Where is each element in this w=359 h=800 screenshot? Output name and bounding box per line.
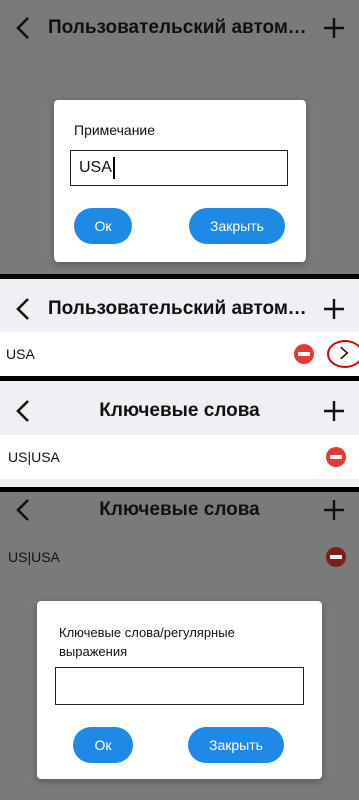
page-title: Ключевые слова [99, 400, 260, 421]
ok-button[interactable]: Ок [74, 208, 132, 244]
plus-icon[interactable] [321, 296, 347, 322]
page-title: Пользовательский автоматиче... [48, 298, 311, 319]
top-bar: Пользовательский автоматиче... [0, 281, 359, 337]
panel-rules-list: Пользовательский автоматиче... USA [0, 279, 359, 376]
keyword-dialog: Ключевые слова/регулярные выражения Ок З… [37, 601, 322, 779]
close-button[interactable]: Закрыть [188, 727, 284, 763]
panel-keywords-list: Ключевые слова US|USA [0, 381, 359, 487]
top-bar: Пользовательский автоматиче... [0, 0, 359, 56]
input-value: USA [79, 159, 112, 176]
dialog-title: Примечание [74, 122, 156, 138]
top-bar: Ключевые слова [0, 383, 359, 439]
note-dialog: Примечание USA Ок Закрыть [54, 100, 306, 262]
minus-circle-icon[interactable] [326, 447, 346, 467]
ok-button[interactable]: Ок [73, 727, 133, 763]
list-item-label: USA [6, 346, 35, 362]
panel-note-dialog: Пользовательский автоматиче... Примечани… [0, 0, 359, 276]
minus-circle-icon [326, 547, 346, 567]
list-item: US|USA [0, 535, 359, 579]
back-icon[interactable] [12, 496, 34, 524]
text-cursor [112, 156, 115, 179]
dialog-title: Ключевые слова/регулярные выражения [59, 625, 235, 659]
minus-circle-icon[interactable] [294, 344, 314, 364]
list-item[interactable]: USA [0, 332, 359, 376]
plus-icon[interactable] [321, 15, 347, 41]
note-input[interactable]: USA [70, 150, 288, 186]
page-title: Ключевые слова [99, 499, 260, 520]
plus-icon[interactable] [321, 398, 347, 424]
back-icon[interactable] [12, 14, 34, 42]
list-item[interactable]: US|USA [0, 435, 359, 479]
back-icon[interactable] [12, 295, 34, 323]
back-icon[interactable] [12, 397, 34, 425]
page-title: Пользовательский автоматиче... [48, 17, 311, 38]
keyword-input[interactable] [55, 667, 304, 705]
close-button[interactable]: Закрыть [189, 208, 285, 244]
list-item-label: US|USA [8, 549, 60, 565]
top-bar: Ключевые слова [0, 492, 359, 538]
highlight-circle [327, 340, 359, 368]
plus-icon[interactable] [321, 497, 347, 523]
panel-keyword-dialog: Ключевые слова US|USA Ключевые слова/рег… [0, 492, 359, 800]
list-item-label: US|USA [8, 449, 60, 465]
